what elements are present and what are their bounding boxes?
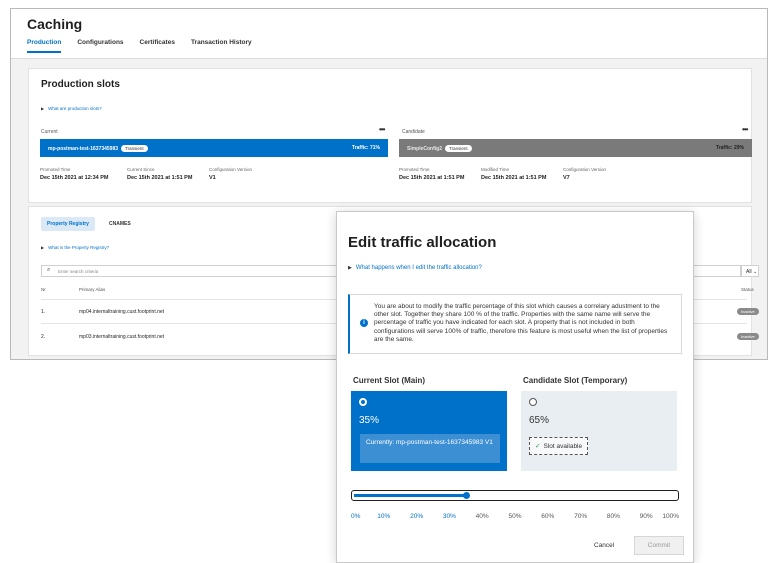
current-slot-more-icon[interactable]: ••• (379, 125, 385, 134)
traffic-slider-fill (354, 493, 467, 497)
info-text: You are about to modify the traffic perc… (374, 303, 668, 343)
main-slot-current-config: Currently: mp-postman-test-1637345983 V1 (360, 434, 500, 463)
column-header-nr: Nr (41, 287, 46, 292)
slider-tick-label: 80% (606, 513, 620, 520)
production-slots-help-link[interactable]: ▶ What are production slots? (41, 106, 102, 111)
tab-cnames[interactable]: CNAMES (103, 217, 137, 231)
current-since-label: Current Since (127, 167, 155, 172)
row-1-status-badge: Inactive (737, 308, 759, 315)
current-promoted-label: Promoted Time (40, 167, 71, 172)
candidate-slot-badge: Transient (445, 145, 472, 152)
search-placeholder: Enter search criteria (58, 269, 99, 274)
current-slot-label: Current (41, 129, 58, 135)
expand-triangle-icon: ▶ (348, 265, 352, 271)
current-version-value: V1 (209, 175, 216, 181)
candidate-modified-label: Modified Time (481, 167, 510, 172)
current-promoted-value: Dec 15th 2021 at 12:34 PM (40, 175, 109, 181)
slider-tick-label: 40% (475, 513, 489, 520)
status-filter-dropdown[interactable]: All ⌄ (741, 265, 759, 277)
row-1-alias[interactable]: mp04.internaltraining.cust.footprint.net (79, 309, 164, 315)
candidate-version-value: V7 (563, 175, 570, 181)
production-slots-help-text: What are production slots? (48, 106, 102, 111)
status-filter-value: All (746, 269, 752, 275)
dialog-help-link[interactable]: ▶ What happens when I edit the traffic al… (348, 265, 482, 271)
tab-configurations[interactable]: Configurations (77, 39, 123, 53)
candidate-slot-more-icon[interactable]: ••• (742, 125, 748, 134)
app-header: Caching Production Configurations Certif… (11, 9, 767, 59)
production-slots-title: Production slots (41, 79, 120, 90)
candidate-version-label: Configuration Version (563, 167, 607, 172)
chevron-down-icon: ⌄ (752, 269, 758, 275)
current-version-label: Configuration Version (209, 167, 253, 172)
slot-available-indicator: ✓ Slot available (529, 437, 589, 455)
checkmark-icon: ✓ (535, 443, 541, 450)
row-2-nr: 2. (41, 334, 46, 340)
current-slot-badge: Transient (121, 145, 148, 152)
row-2-status-badge: Inactive (737, 333, 759, 340)
column-header-primary-alias: Primary Alias (79, 287, 106, 292)
main-tabs: Production Configurations Certificates T… (27, 39, 252, 53)
candidate-slot-radio[interactable] (529, 398, 537, 406)
candidate-modified-value: Dec 15th 2021 at 1:51 PM (481, 175, 547, 181)
expand-triangle-icon: ▶ (41, 106, 45, 111)
dialog-title: Edit traffic allocation (348, 234, 497, 251)
tab-production[interactable]: Production (27, 39, 62, 53)
candidate-promoted-time: Promoted Time Dec 15th 2021 at 1:51 PM (399, 167, 464, 181)
main-slot-percent: 35% (359, 415, 380, 426)
current-since-value: Dec 15th 2021 at 1:51 PM (127, 175, 193, 181)
candidate-slot-traffic: Traffic: 29% (715, 145, 744, 151)
info-notice: i You are about to modify the traffic pe… (348, 294, 682, 354)
slider-tick-label: 20% (410, 513, 424, 520)
candidate-slot-heading: Candidate Slot (Temporary) (523, 376, 628, 385)
candidate-slot-option[interactable]: 65% ✓ Slot available (521, 391, 677, 471)
dialog-help-text: What happens when I edit the traffic all… (355, 265, 482, 271)
column-header-status: Status (741, 287, 754, 292)
slider-tick-label: 10% (377, 513, 391, 520)
current-config-version: Configuration Version V1 (209, 167, 252, 181)
current-slot-name: mp-postman-test-1637345983 (48, 146, 119, 152)
candidate-promoted-value: Dec 15th 2021 at 1:51 PM (399, 175, 465, 181)
traffic-slider-handle[interactable] (463, 491, 471, 499)
slider-tick-label: 70% (574, 513, 588, 520)
page-title: Caching (27, 16, 83, 32)
search-icon: ⌕ (47, 267, 51, 273)
candidate-slot-percent: 65% (529, 415, 550, 426)
slider-tick-label: 90% (639, 513, 653, 520)
tab-certificates[interactable]: Certificates (140, 39, 175, 53)
candidate-slot-name: SimpleConfig2 (407, 146, 443, 152)
current-promoted-time: Promoted Time Dec 15th 2021 at 12:34 PM (40, 167, 108, 181)
main-slot-radio[interactable] (359, 398, 367, 406)
row-2-alias[interactable]: mp03.internaltraining.cust.footprint.net (79, 334, 164, 340)
slider-tick-label: 100% (662, 513, 679, 520)
property-registry-help-text: What is the Property Registry? (48, 245, 110, 250)
edit-traffic-allocation-dialog: Edit traffic allocation ▶ What happens wh… (336, 211, 694, 563)
main-slot-heading: Current Slot (Main) (353, 376, 425, 385)
candidate-modified-time: Modified Time Dec 15th 2021 at 1:51 PM (481, 167, 546, 181)
slider-tick-label: 0% (351, 513, 361, 520)
slot-available-label: Slot available (543, 443, 583, 450)
slider-tick-label: 30% (442, 513, 456, 520)
candidate-slot-label: Candidate (402, 129, 425, 135)
current-since: Current Since Dec 15th 2021 at 1:51 PM (127, 167, 192, 181)
candidate-slot-bar[interactable]: SimpleConfig2 Transient Traffic: 29% (399, 139, 752, 157)
tab-transaction-history[interactable]: Transaction History (191, 39, 252, 53)
cancel-button[interactable]: Cancel (594, 542, 614, 549)
expand-triangle-icon: ▶ (41, 245, 45, 250)
traffic-slider-ticks: 0% 10% 20% 30% 40% 50% 60% 70% 80% 90% 100% (351, 513, 679, 523)
row-1-nr: 1. (41, 309, 46, 315)
traffic-slider[interactable] (351, 490, 679, 501)
main-slot-option[interactable]: 35% Currently: mp-postman-test-163734598… (351, 391, 507, 471)
candidate-promoted-label: Promoted Time (399, 167, 430, 172)
current-slot-traffic: Traffic: 71% (351, 145, 380, 151)
candidate-config-version: Configuration Version V7 (563, 167, 606, 181)
info-icon: i (360, 319, 368, 327)
slider-tick-label: 60% (541, 513, 555, 520)
current-slot-bar[interactable]: mp-postman-test-1637345983 Transient Traf… (40, 139, 388, 157)
commit-button[interactable]: Commit (634, 536, 684, 555)
tab-property-registry[interactable]: Property Registry (41, 217, 95, 231)
property-registry-help-link[interactable]: ▶ What is the Property Registry? (41, 245, 109, 250)
slider-tick-label: 50% (508, 513, 522, 520)
production-slots-card: Production slots ▶ What are production sl… (28, 68, 752, 203)
